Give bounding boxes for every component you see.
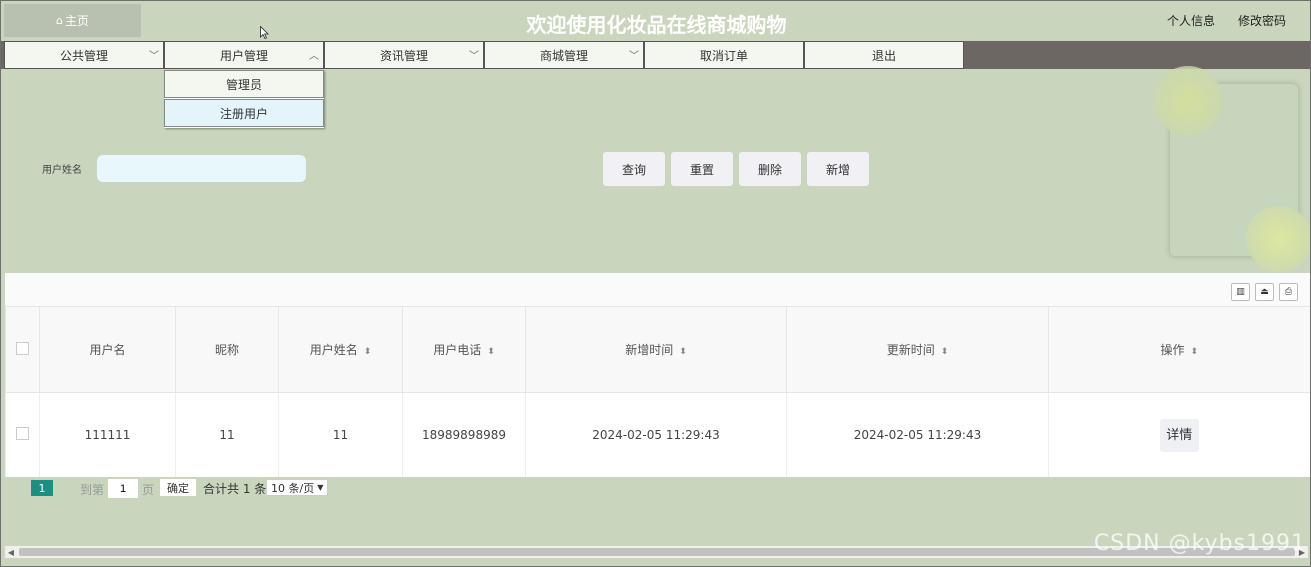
cell-action: 详情 (1048, 392, 1310, 477)
query-button[interactable]: 查询 (603, 152, 665, 186)
header-label: 用户名 (89, 343, 126, 357)
header-label: 用户电话 (433, 343, 482, 357)
header-label: 操作 (1160, 343, 1185, 357)
sort-icon[interactable]: ⬍ (679, 347, 687, 357)
nav-item-users[interactable]: 用户管理 ︿ (164, 41, 324, 69)
page-current[interactable]: 1 (31, 480, 53, 496)
chevron-down-icon: ﹀ (629, 51, 639, 62)
sort-icon[interactable]: ⬍ (487, 347, 495, 357)
row-checkbox[interactable] (16, 427, 29, 440)
columns-icon[interactable]: ▥ (1231, 283, 1250, 301)
nav-item-label: 取消订单 (699, 48, 748, 63)
delete-button[interactable]: 删除 (739, 152, 801, 186)
site-title: 欢迎使用化妆品在线商城购物 (526, 13, 787, 37)
table-header-row: 用户名 昵称 用户姓名 ⬍ 用户电话 ⬍ 新增时间 ⬍ 更新时间 ⬍ 操作 ⬍ (5, 306, 1310, 393)
page-confirm-button[interactable]: 确定 (160, 479, 196, 496)
col-header-created[interactable]: 新增时间 ⬍ (525, 306, 787, 393)
nav-item-label: 公共管理 (59, 48, 108, 63)
page-suffix: 页 (142, 483, 155, 497)
watermark-text: CSDN @kybs1991 (1093, 531, 1306, 556)
users-table: 用户名 昵称 用户姓名 ⬍ 用户电话 ⬍ 新增时间 ⬍ 更新时间 ⬍ 操作 ⬍ 11111… (5, 306, 1310, 477)
col-header-name[interactable]: 用户姓名 ⬍ (278, 306, 403, 393)
cell-created: 2024-02-05 11:29:43 (525, 392, 787, 477)
cell-updated: 2024-02-05 11:29:43 (786, 392, 1049, 477)
nav-item-label: 资讯管理 (379, 48, 428, 63)
chevron-down-icon: ▼ (317, 483, 324, 492)
sort-icon[interactable]: ⬍ (1190, 347, 1198, 357)
mouse-cursor-icon (260, 26, 269, 39)
nav-item-mall[interactable]: 商城管理 ﹀ (484, 41, 644, 69)
detail-button[interactable]: 详情 (1159, 418, 1199, 452)
nav-item-label: 用户管理 (219, 48, 268, 63)
col-header-username: 用户名 (39, 306, 176, 393)
nav-item-cancel-order[interactable]: 取消订单 (644, 41, 804, 69)
cell-phone: 18989898989 (402, 392, 526, 477)
header-label: 昵称 (214, 343, 239, 357)
col-header-nickname: 昵称 (175, 306, 279, 393)
profile-link[interactable]: 个人信息 (1167, 12, 1215, 29)
goto-label: 到第 (80, 483, 105, 497)
header-label: 用户姓名 (309, 343, 358, 357)
export-icon[interactable]: ⏏ (1255, 283, 1274, 301)
cell-username: 111111 (39, 392, 176, 477)
decorative-circle (1246, 206, 1310, 272)
table-row: 111111 11 11 18989898989 2024-02-05 11:2… (5, 392, 1310, 477)
chevron-down-icon: ﹀ (469, 51, 479, 62)
select-all-cell (5, 306, 40, 393)
pagination: 1 到第 页 确定 合计共 1 条 10 条/页 ▼ (1, 479, 1310, 499)
search-field-label: 用户姓名 (42, 165, 82, 176)
chevron-up-icon: ︿ (309, 51, 319, 62)
users-dropdown-menu: 管理员 注册用户 (164, 70, 324, 128)
total-count: 合计共 1 条 (203, 482, 267, 496)
col-header-action[interactable]: 操作 ⬍ (1048, 306, 1310, 393)
sort-icon[interactable]: ⬍ (364, 347, 372, 357)
app-window: ⌂ 主页 欢迎使用化妆品在线商城购物 个人信息 修改密码 公共管理 ﹀ 用户管理… (0, 0, 1311, 567)
reset-button[interactable]: 重置 (671, 152, 733, 186)
menu-item-admin[interactable]: 管理员 (164, 70, 324, 98)
nav-item-label: 退出 (871, 48, 896, 63)
main-nav: 公共管理 ﹀ 用户管理 ︿ 资讯管理 ﹀ 商城管理 ﹀ 取消订单 退出 (1, 41, 1310, 69)
page-size-value: 10 条/页 (271, 481, 315, 495)
menu-item-registered-users[interactable]: 注册用户 (164, 99, 324, 127)
page-number-input[interactable] (108, 479, 138, 498)
nav-item-logout[interactable]: 退出 (804, 41, 964, 69)
sort-icon[interactable]: ⬍ (941, 347, 949, 357)
header-label: 新增时间 (625, 343, 674, 357)
chevron-down-icon: ﹀ (149, 51, 159, 62)
change-password-link[interactable]: 修改密码 (1238, 12, 1286, 29)
header: ⌂ 主页 欢迎使用化妆品在线商城购物 个人信息 修改密码 (1, 1, 1310, 41)
header-label: 更新时间 (886, 343, 935, 357)
cell-name: 11 (278, 392, 403, 477)
col-header-phone[interactable]: 用户电话 ⬍ (402, 306, 526, 393)
col-header-updated[interactable]: 更新时间 ⬍ (786, 306, 1049, 393)
nav-item-label: 商城管理 (539, 48, 588, 63)
add-button[interactable]: 新增 (807, 152, 869, 186)
nav-item-public[interactable]: 公共管理 ﹀ (4, 41, 164, 69)
select-all-checkbox[interactable] (16, 341, 29, 355)
row-select-cell (5, 392, 40, 477)
scroll-left-icon[interactable]: ◀ (5, 546, 17, 558)
cell-nickname: 11 (175, 392, 279, 477)
search-name-input[interactable] (97, 155, 306, 182)
print-icon[interactable]: ⎙ (1279, 283, 1298, 301)
page-size-select[interactable]: 10 条/页 ▼ (266, 479, 328, 496)
nav-item-news[interactable]: 资讯管理 ﹀ (324, 41, 484, 69)
decorative-circle (1153, 66, 1223, 136)
